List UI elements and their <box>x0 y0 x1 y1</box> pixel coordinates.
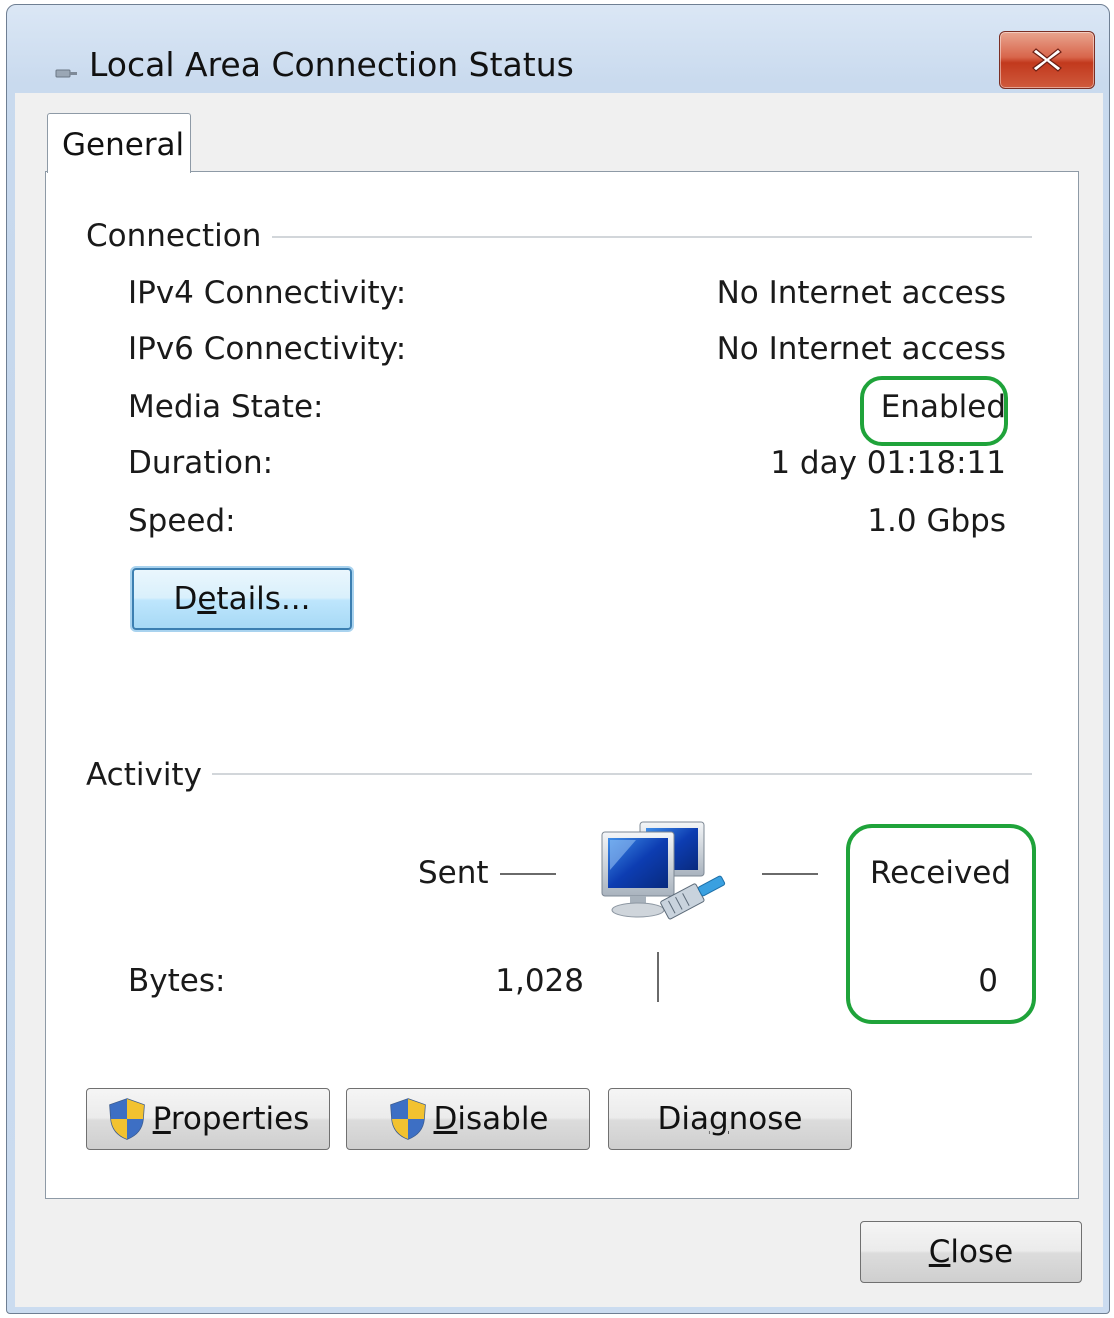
network-computers-icon <box>601 821 726 920</box>
sent-connector <box>500 873 556 875</box>
speed-label: Speed: <box>128 503 236 539</box>
general-tab-panel: Connection IPv4 Connectivity: No Interne… <box>45 171 1079 1199</box>
ipv6-label: IPv6 Connectivity: <box>128 331 407 367</box>
shield-icon <box>108 1098 145 1140</box>
ipv4-label: IPv4 Connectivity: <box>128 275 407 311</box>
diagnose-post: nose <box>728 1101 803 1137</box>
diagnose-button-label: Diagnose <box>657 1101 802 1137</box>
tab-general[interactable]: General <box>47 113 191 173</box>
activity-separator <box>657 952 659 1002</box>
activity-heading: Activity <box>86 757 202 793</box>
bytes-label: Bytes: <box>128 963 226 999</box>
connection-divider <box>272 236 1032 238</box>
details-label-pre: D <box>173 581 198 617</box>
close-icon <box>1032 48 1062 72</box>
disable-mnemonic: D <box>433 1101 458 1137</box>
diagnose-mnemonic: g <box>708 1101 729 1137</box>
ipv6-value: No Internet access <box>716 331 1006 367</box>
close-window-button[interactable] <box>999 31 1095 89</box>
properties-rest: roperties <box>170 1101 310 1137</box>
duration-label: Duration: <box>128 445 274 481</box>
activity-divider <box>212 773 1032 775</box>
details-label-mnemonic: e <box>197 581 217 617</box>
disable-button-label: Disable <box>434 1101 549 1137</box>
window-title: Local Area Connection Status <box>89 45 574 84</box>
details-button-label: Details... <box>173 581 310 617</box>
network-connection-icon <box>55 69 77 78</box>
received-connector <box>762 873 818 875</box>
connection-heading: Connection <box>86 218 262 254</box>
title-bar[interactable]: Local Area Connection Status <box>7 5 1109 95</box>
close-rest: lose <box>950 1234 1014 1270</box>
disable-button[interactable]: Disable <box>346 1088 590 1150</box>
dialog-client-area: General Connection IPv4 Connectivity: No… <box>15 93 1103 1307</box>
shield-icon <box>389 1098 426 1140</box>
disable-rest: isable <box>457 1101 549 1137</box>
ipv4-value: No Internet access <box>716 275 1006 311</box>
diagnose-button[interactable]: Diagnose <box>608 1088 852 1150</box>
properties-button-label: Properties <box>153 1101 310 1137</box>
speed-value: 1.0 Gbps <box>867 503 1006 539</box>
tab-general-label: General <box>62 127 185 163</box>
media-state-label: Media State: <box>128 389 324 425</box>
close-mnemonic: C <box>928 1234 951 1270</box>
close-button[interactable]: Close <box>860 1221 1082 1283</box>
properties-button[interactable]: Properties <box>86 1088 330 1150</box>
properties-mnemonic: P <box>152 1101 171 1137</box>
received-highlight <box>846 824 1036 1024</box>
details-button[interactable]: Details... <box>132 568 352 630</box>
details-label-post: tails... <box>216 581 311 617</box>
duration-value: 1 day 01:18:11 <box>770 445 1006 481</box>
diagnose-pre: Dia <box>657 1101 709 1137</box>
media-state-highlight <box>860 376 1008 446</box>
bytes-sent-value: 1,028 <box>495 963 584 999</box>
sent-label: Sent <box>418 855 489 891</box>
close-button-label: Close <box>929 1234 1013 1270</box>
dialog-window: Local Area Connection Status General Con… <box>6 4 1110 1314</box>
